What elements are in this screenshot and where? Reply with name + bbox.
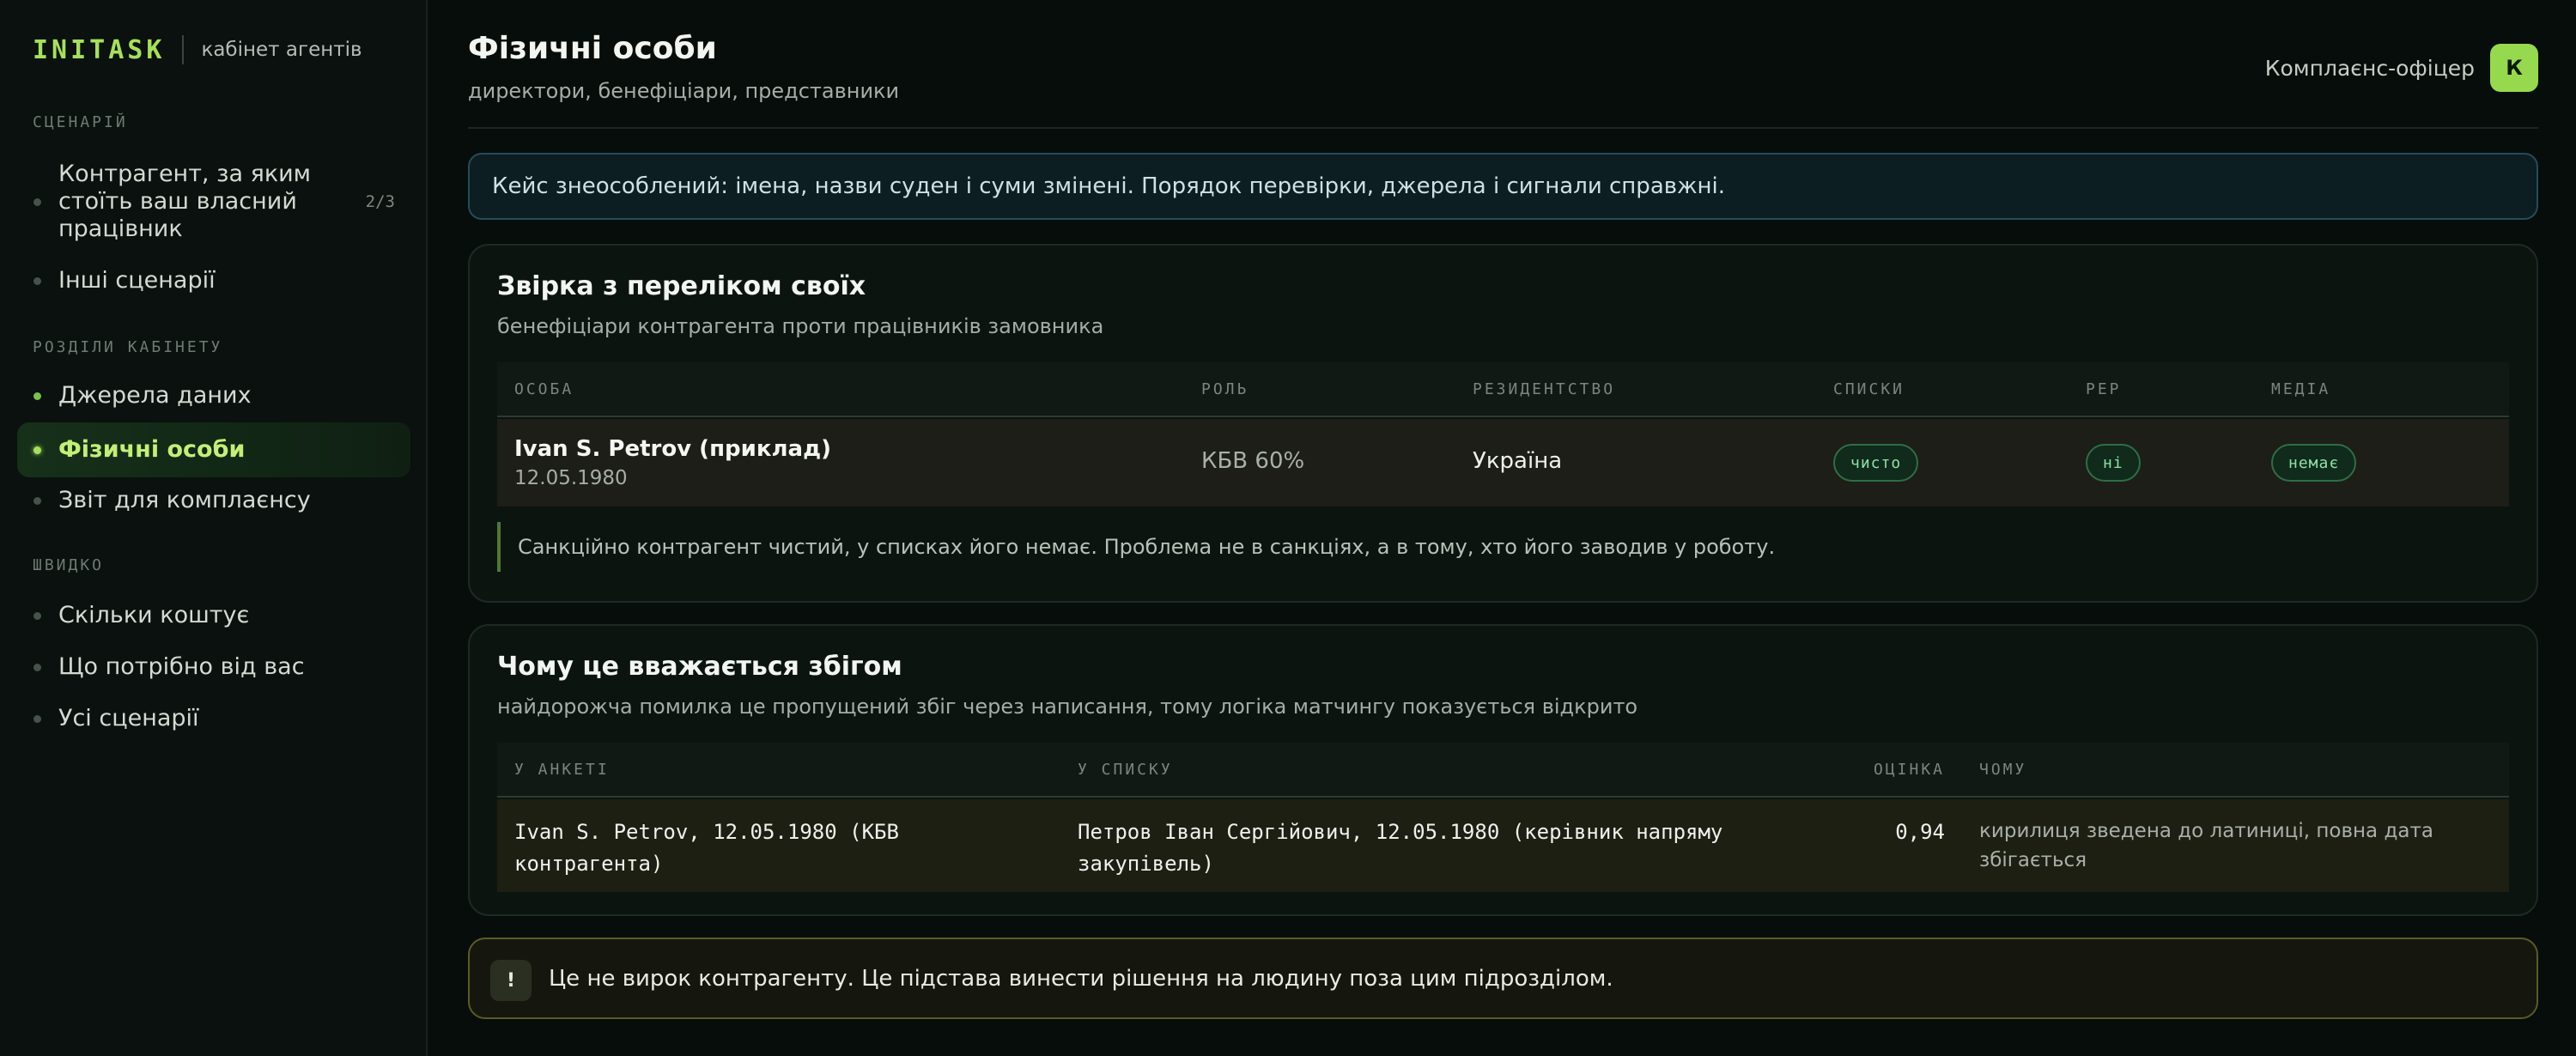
sidebar-item-other-scenarios[interactable]: Інші сценарії: [17, 263, 410, 299]
brand-subtitle: кабінет агентів: [201, 39, 362, 61]
bullet-dot-icon: [33, 391, 41, 400]
section-heading-quick: ШВИДКО: [33, 556, 105, 574]
warning-banner: ! Це не вирок контрагенту. Це підстава в…: [468, 938, 2538, 1019]
sidebar-item-data-sources[interactable]: Джерела даних: [17, 378, 410, 414]
pep-status-badge: ні: [2086, 444, 2141, 482]
lists-status-badge: чисто: [1833, 444, 1919, 482]
header-divider: [468, 127, 2538, 129]
bullet-dot-icon: [33, 611, 41, 620]
page-subtitle: директори, бенефіціари, представники: [468, 79, 900, 103]
profile-entry: Ivan S. Petrov, 12.05.1980 (КБВ контраге…: [514, 820, 899, 876]
person-residency: Україна: [1473, 448, 1563, 474]
column-header-pep: PEP: [2086, 380, 2122, 398]
card-title: Чому це вважається збігом: [497, 652, 902, 682]
sidebar-item-label: Звіт для комплаєнсу: [58, 487, 311, 513]
person-role: КБВ 60%: [1201, 448, 1305, 474]
anonymization-notice: Кейс знеособлений: імена, назви суден і …: [468, 153, 2538, 220]
reconciliation-table: ОСОБА РОЛЬ РЕЗИДЕНТСТВО СПИСКИ PEP МЕДІА…: [497, 362, 2509, 508]
sidebar-item-label: Усі сценарії: [58, 705, 199, 731]
sidebar-item-label: Що потрібно від вас: [58, 653, 305, 680]
sidebar-item-compliance-report[interactable]: Звіт для комплаєнсу: [17, 482, 410, 519]
sidebar: INITASK кабінет агентів СЦЕНАРІЙ Контраг…: [0, 0, 428, 1056]
sidebar-item-requirements[interactable]: Що потрібно від вас: [17, 649, 410, 685]
bullet-dot-icon: [33, 496, 41, 505]
sidebar-item-label: Інші сценарії: [58, 267, 216, 294]
table-header: У АНКЕТІ У СПИСКУ ОЦІНКА ЧОМУ: [497, 743, 2509, 798]
column-header-in-profile: У АНКЕТІ: [514, 761, 610, 779]
bullet-dot-icon: [33, 276, 41, 285]
sanctions-note: Санкційно контрагент чистий, у списках й…: [497, 522, 2509, 572]
section-heading-scenario: СЦЕНАРІЙ: [33, 113, 128, 131]
column-header-in-list: У СПИСКУ: [1078, 761, 1173, 779]
bullet-dot-icon: [33, 663, 41, 671]
bullet-dot-icon: [33, 714, 41, 723]
page-title: Фізичні особи: [468, 31, 717, 66]
brand-divider: [182, 35, 185, 64]
sidebar-item-current-scenario[interactable]: Контрагент, за яким стоїть ваш власний п…: [17, 160, 410, 244]
sidebar-item-all-scenarios[interactable]: Усі сценарії: [17, 701, 410, 737]
sidebar-item-label: Фізичні особи: [58, 436, 246, 463]
table-header: ОСОБА РОЛЬ РЕЗИДЕНТСТВО СПИСКИ PEP МЕДІА: [497, 362, 2509, 417]
column-header-media: МЕДІА: [2271, 380, 2331, 398]
match-score: 0,94: [1895, 820, 1945, 844]
card-subtitle: найдорожча помилка це пропущений збіг че…: [497, 695, 1638, 719]
sidebar-item-individuals[interactable]: Фізичні особи: [17, 422, 410, 477]
section-heading-cabinet: РОЗДІЛИ КАБІНЕТУ: [33, 338, 223, 356]
sidebar-item-label: Контрагент, за яким стоїть ваш власний п…: [58, 161, 312, 242]
column-header-role: РОЛЬ: [1201, 380, 1249, 398]
column-header-lists: СПИСКИ: [1833, 380, 1905, 398]
bullet-dot-icon: [33, 197, 41, 206]
sidebar-item-label: Скільки коштує: [58, 602, 250, 628]
avatar[interactable]: К: [2490, 44, 2538, 92]
card-title: Звірка з переліком своїх: [497, 271, 866, 301]
column-header-why: ЧОМУ: [1979, 761, 2027, 779]
reconciliation-card: Звірка з переліком своїх бенефіціари кон…: [468, 244, 2538, 603]
sidebar-item-label: Джерела даних: [58, 382, 252, 409]
media-status-badge: немає: [2271, 444, 2357, 482]
match-table: У АНКЕТІ У СПИСКУ ОЦІНКА ЧОМУ Ivan S. Pe…: [497, 743, 2509, 892]
card-subtitle: бенефіціари контрагента проти працівникі…: [497, 314, 1104, 338]
column-header-person: ОСОБА: [514, 380, 574, 398]
person-birth-date: 12.05.1980: [514, 467, 628, 489]
bullet-dot-icon: [33, 446, 41, 454]
sidebar-item-pricing[interactable]: Скільки коштує: [17, 598, 410, 634]
warning-text: Це не вирок контрагенту. Це підстава вин…: [549, 965, 1613, 992]
match-explanation-card: Чому це вважається збігом найдорожча пом…: [468, 624, 2538, 916]
list-entry: Петров Іван Сергійович, 12.05.1980 (кері…: [1078, 820, 1723, 876]
exclamation-icon: !: [490, 960, 532, 1001]
brand[interactable]: INITASK кабінет агентів: [33, 34, 362, 65]
user-role: Комплаєнс-офіцер: [2264, 55, 2475, 81]
table-row[interactable]: Ivan S. Petrov, 12.05.1980 (КБВ контраге…: [497, 799, 2509, 892]
column-header-residency: РЕЗИДЕНТСТВО: [1473, 380, 1616, 398]
brand-logo[interactable]: INITASK: [33, 35, 165, 65]
scenario-progress-count: 2/3: [365, 192, 395, 211]
table-row[interactable]: Ivan S. Petrov (приклад) 12.05.1980 КБВ …: [497, 419, 2509, 507]
person-name: Ivan S. Petrov (приклад): [514, 436, 831, 462]
column-header-score: ОЦІНКА: [1873, 761, 1945, 779]
match-reason: кирилиця зведена до латиниці, повна дата…: [1979, 820, 2433, 871]
user-menu[interactable]: Комплаєнс-офіцер К: [2265, 44, 2538, 92]
